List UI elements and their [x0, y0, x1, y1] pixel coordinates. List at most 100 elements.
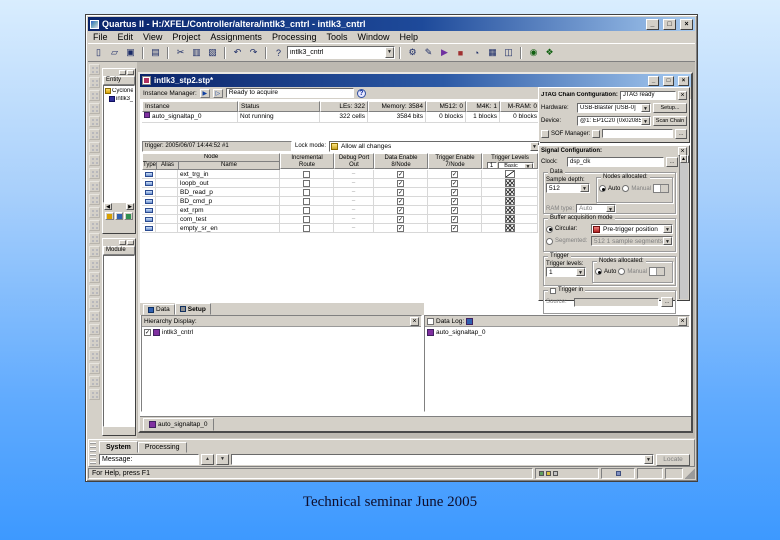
tool-icon[interactable]: [89, 389, 100, 400]
instance-tab[interactable]: auto_signaltap_0: [143, 418, 214, 431]
checkbox-checked[interactable]: ✓: [451, 188, 458, 196]
tool-icon[interactable]: [89, 90, 100, 101]
edge-trigger-icon[interactable]: [504, 170, 515, 178]
child-minimize-icon[interactable]: _: [648, 75, 659, 86]
scrollbar-thumb[interactable]: [686, 155, 689, 163]
tab-design-units[interactable]: [124, 212, 134, 220]
chevron-down-icon[interactable]: ▼: [576, 268, 585, 276]
panel-close-icon[interactable]: [127, 70, 134, 75]
panel-close-icon[interactable]: [127, 240, 134, 245]
tool-icon[interactable]: [89, 285, 100, 296]
trigger-manual-radio[interactable]: [618, 268, 626, 275]
tool-icon[interactable]: [89, 376, 100, 387]
segmented-radio[interactable]: [546, 237, 553, 245]
scroll-left-icon[interactable]: ◀: [104, 203, 112, 210]
sof-browse-button[interactable]: ...: [675, 128, 687, 139]
checkbox-unchecked[interactable]: [303, 206, 310, 214]
alias-cell[interactable]: [156, 179, 178, 188]
data-log-checkbox[interactable]: [427, 317, 434, 325]
data-enable-checkbox[interactable]: ✓: [374, 215, 428, 224]
signal-name[interactable]: com_test: [178, 215, 280, 224]
auto-radio[interactable]: [599, 185, 606, 192]
tool-icon[interactable]: [89, 116, 100, 127]
instance-row[interactable]: auto_signaltap_0 Not running 322 cells 3…: [142, 112, 540, 123]
hierarchy-close-icon[interactable]: ×: [410, 316, 419, 326]
signal-name[interactable]: empty_sr_en: [178, 224, 280, 233]
col-status[interactable]: Status: [238, 101, 320, 112]
checkbox-unchecked[interactable]: [303, 224, 310, 232]
trigger-in-checkbox[interactable]: [550, 287, 556, 294]
col-m4k[interactable]: M4K: 1: [466, 101, 500, 112]
tab-system[interactable]: System: [99, 441, 138, 453]
checkbox-checked[interactable]: ✓: [451, 206, 458, 214]
scroll-up-icon[interactable]: ▲: [680, 155, 687, 163]
save-icon[interactable]: ▣: [123, 46, 138, 60]
manual-radio[interactable]: [622, 185, 630, 192]
levels-count-box[interactable]: 1: [486, 162, 497, 168]
node-header[interactable]: Node: [143, 154, 279, 161]
trigger-enable-checkbox[interactable]: ✓: [428, 224, 482, 233]
clock-browse-button[interactable]: ...: [666, 157, 678, 167]
tool-icon[interactable]: [89, 350, 100, 361]
netlist-viewer-icon[interactable]: ▦: [485, 46, 500, 60]
location-combo[interactable]: ▼: [231, 454, 654, 465]
open-icon[interactable]: ▱: [107, 46, 122, 60]
col-memory[interactable]: Memory: 3584: [368, 101, 426, 112]
type-header[interactable]: Type: [143, 162, 158, 169]
trigger-enable-checkbox[interactable]: ✓: [428, 170, 482, 179]
signal-name[interactable]: ext_trg_in: [178, 170, 280, 179]
data-enable-checkbox[interactable]: ✓: [374, 170, 428, 179]
setup-button[interactable]: Setup...: [653, 102, 687, 113]
signal-row[interactable]: loopb_out – ✓ ✓: [142, 179, 540, 188]
navigator-hscrollbar[interactable]: ◀ ▶: [103, 203, 135, 211]
incremental-route-header[interactable]: Incremental Route: [280, 153, 334, 169]
menu-tools[interactable]: Tools: [321, 32, 352, 42]
signal-row[interactable]: empty_sr_en – ✓ ✓: [142, 224, 540, 233]
trigger-level-cell[interactable]: [482, 206, 538, 215]
incremental-checkbox[interactable]: [280, 206, 334, 215]
checkbox-checked[interactable]: ✓: [397, 179, 404, 187]
alias-cell[interactable]: [156, 197, 178, 206]
next-message-icon[interactable]: ▼: [216, 454, 229, 465]
hierarchy-checkbox[interactable]: ✓: [144, 329, 151, 336]
signal-name[interactable]: BD_read_p: [178, 188, 280, 197]
debug-port-header[interactable]: Debug Port Out: [334, 153, 374, 169]
col-instance[interactable]: Instance: [142, 101, 238, 112]
tab-data[interactable]: Data: [143, 304, 175, 315]
checkbox-unchecked[interactable]: [303, 179, 310, 187]
chevron-down-icon[interactable]: ▼: [663, 225, 672, 233]
menu-edit[interactable]: Edit: [113, 32, 139, 42]
tool-icon[interactable]: [89, 129, 100, 140]
checkbox-checked[interactable]: ✓: [397, 188, 404, 196]
sof-program-icon[interactable]: [592, 129, 601, 138]
tree-item-entity[interactable]: intlk3_cntrl: [105, 95, 133, 103]
window-titlebar[interactable]: Quartus II - H:/XFEL/Controller/altera/i…: [88, 17, 695, 31]
tool-icon[interactable]: [89, 363, 100, 374]
locate-button[interactable]: Locate: [656, 453, 690, 466]
device-combo[interactable]: @1: EP1C20 (0x020850DD) ▼: [577, 115, 651, 126]
trigger-manual-spinner[interactable]: [649, 267, 666, 276]
start-compilation-icon[interactable]: ▶: [437, 46, 452, 60]
autorun-analysis-icon[interactable]: ▷: [212, 88, 223, 98]
sof-attach-icon[interactable]: [541, 129, 549, 138]
assignment-editor-icon[interactable]: ✎: [421, 46, 436, 60]
trigger-auto-radio[interactable]: [595, 268, 602, 275]
chevron-down-icon[interactable]: ▼: [644, 455, 653, 464]
levels-mode-combo[interactable]: Basic ▼: [497, 162, 534, 168]
signal-name[interactable]: loopb_out: [178, 179, 280, 188]
checkbox-checked[interactable]: ✓: [397, 197, 404, 205]
hierarchy-item[interactable]: ✓ intlk3_cntrl: [144, 329, 419, 336]
chevron-down-icon[interactable]: ▼: [606, 205, 616, 212]
undo-icon[interactable]: ↶: [230, 46, 245, 60]
signal-row[interactable]: BD_read_p – ✓ ✓: [142, 188, 540, 197]
signal-name[interactable]: ext_rpm: [178, 206, 280, 215]
copy-icon[interactable]: ▥: [189, 46, 204, 60]
dont-care-trigger-icon[interactable]: [504, 179, 515, 187]
previous-message-icon[interactable]: ▲: [201, 454, 214, 465]
sample-depth-combo[interactable]: 512 ▼: [546, 183, 590, 193]
lock-mode-combo[interactable]: Allow all changes ▼: [329, 140, 540, 152]
dont-care-trigger-icon[interactable]: [504, 197, 515, 205]
data-enable-checkbox[interactable]: ✓: [374, 206, 428, 215]
panel-collapse-icon[interactable]: [119, 70, 126, 75]
minimize-icon[interactable]: _: [646, 18, 659, 30]
